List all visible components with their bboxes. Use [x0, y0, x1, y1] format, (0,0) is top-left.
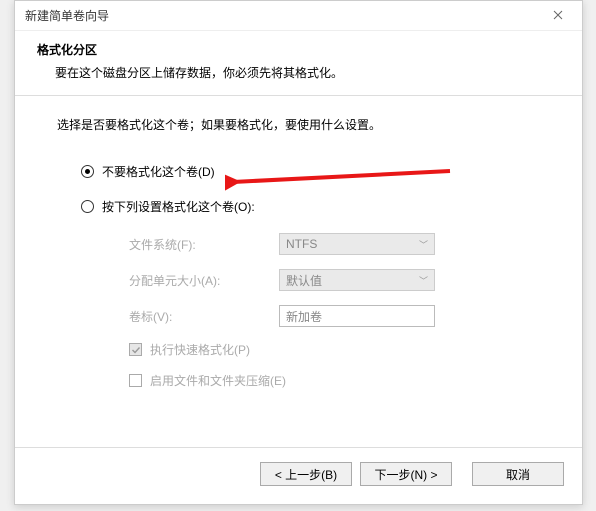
quickformat-label: 执行快速格式化(P)	[150, 341, 250, 358]
page-subtitle: 要在这个磁盘分区上储存数据，你必须先将其格式化。	[55, 64, 560, 81]
compression-checkbox-row[interactable]: 启用文件和文件夹压缩(E)	[129, 372, 540, 389]
radio-icon	[81, 165, 94, 178]
check-icon	[131, 345, 141, 355]
chevron-down-icon: ﹀	[419, 238, 428, 251]
back-button[interactable]: < 上一步(B)	[260, 462, 352, 486]
close-button[interactable]	[538, 1, 578, 29]
page-title: 格式化分区	[37, 41, 560, 58]
filesystem-value: NTFS	[286, 237, 317, 251]
compression-label: 启用文件和文件夹压缩(E)	[150, 372, 286, 389]
close-icon	[553, 10, 563, 20]
quickformat-checkbox-row[interactable]: 执行快速格式化(P)	[129, 341, 540, 358]
allocunit-label: 分配单元大小(A):	[129, 272, 279, 289]
window-title: 新建简单卷向导	[25, 7, 109, 24]
volumelabel-row: 卷标(V):	[129, 305, 540, 327]
radio-do-format-label: 按下列设置格式化这个卷(O):	[102, 198, 255, 215]
content-area: 选择是否要格式化这个卷；如果要格式化，要使用什么设置。 不要格式化这个卷(D) …	[15, 96, 582, 413]
chevron-down-icon: ﹀	[419, 274, 428, 287]
radio-do-format[interactable]: 按下列设置格式化这个卷(O):	[81, 198, 540, 215]
checkbox-icon	[129, 343, 142, 356]
format-settings: 文件系统(F): NTFS ﹀ 分配单元大小(A): 默认值 ﹀ 卷标(V):	[129, 233, 540, 389]
filesystem-label: 文件系统(F):	[129, 236, 279, 253]
cancel-button[interactable]: 取消	[472, 462, 564, 486]
radio-no-format-label: 不要格式化这个卷(D)	[102, 163, 215, 180]
checkbox-icon	[129, 374, 142, 387]
volumelabel-input[interactable]	[279, 305, 435, 327]
radio-icon	[81, 200, 94, 213]
wizard-dialog: 新建简单卷向导 格式化分区 要在这个磁盘分区上储存数据，你必须先将其格式化。 选…	[14, 0, 583, 505]
wizard-header: 格式化分区 要在这个磁盘分区上储存数据，你必须先将其格式化。	[15, 31, 582, 95]
button-bar: < 上一步(B) 下一步(N) > 取消	[15, 447, 582, 504]
allocunit-select[interactable]: 默认值 ﹀	[279, 269, 435, 291]
allocunit-row: 分配单元大小(A): 默认值 ﹀	[129, 269, 540, 291]
radio-no-format[interactable]: 不要格式化这个卷(D)	[81, 163, 540, 180]
instruction-text: 选择是否要格式化这个卷；如果要格式化，要使用什么设置。	[57, 116, 540, 133]
filesystem-select[interactable]: NTFS ﹀	[279, 233, 435, 255]
allocunit-value: 默认值	[286, 272, 322, 289]
format-radio-group: 不要格式化这个卷(D) 按下列设置格式化这个卷(O): 文件系统(F): NTF…	[81, 163, 540, 389]
filesystem-row: 文件系统(F): NTFS ﹀	[129, 233, 540, 255]
volumelabel-label: 卷标(V):	[129, 308, 279, 325]
titlebar: 新建简单卷向导	[15, 1, 582, 31]
next-button[interactable]: 下一步(N) >	[360, 462, 452, 486]
